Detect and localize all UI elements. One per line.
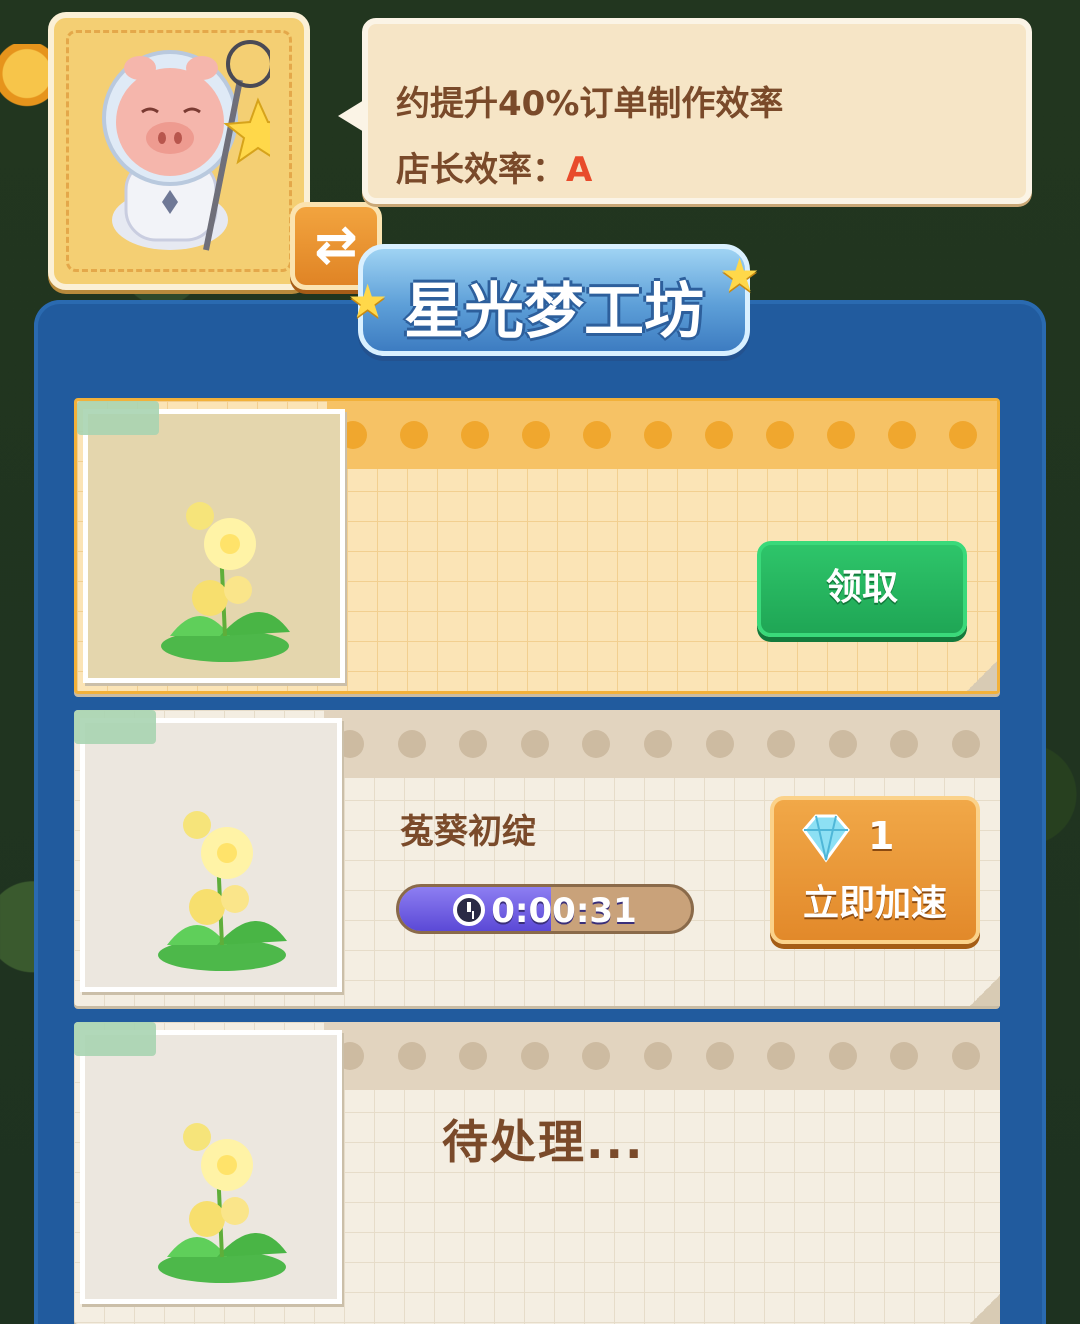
collect-button[interactable]: 领取	[757, 541, 967, 637]
item-name: 菟葵初绽	[400, 812, 536, 852]
star-icon: ★	[347, 274, 389, 328]
efficiency-label: 店长效率：	[396, 150, 566, 190]
timer-text: 0:00:31	[491, 891, 637, 931]
swap-arrows-icon: ⇄	[314, 215, 358, 275]
efficiency-bonus-text: 约提升40%订单制作效率	[396, 84, 784, 124]
pig-astronaut-icon	[102, 40, 270, 251]
pending-status-text: 待处理...	[442, 1115, 645, 1169]
manager-info-bubble: 约提升40%订单制作效率 店长效率：A	[338, 18, 1032, 204]
production-slot-1[interactable]: 领取	[74, 398, 1000, 694]
page-fold	[967, 661, 997, 691]
gem-cost: 1	[868, 814, 895, 858]
slot-dots	[336, 730, 980, 760]
page-fold	[970, 1294, 1000, 1324]
workshop-title-plate: 星光梦工坊 ★ ★	[347, 244, 760, 356]
production-slot-2[interactable]: 菟葵初绽 0:00:31 1 立即加速	[74, 710, 1000, 1006]
workshop-title: 星光梦工坊	[404, 277, 704, 347]
diamond-icon	[802, 814, 850, 863]
yellow-flower-icon	[161, 502, 290, 662]
item-thumbnail	[83, 409, 345, 683]
production-slot-3[interactable]: 待处理...	[74, 1022, 1000, 1324]
efficiency-grade-line: 店长效率：A	[396, 142, 592, 191]
production-progress-bar: 0:00:31	[396, 884, 694, 934]
tape-decoration	[74, 1022, 156, 1056]
page-fold	[970, 976, 1000, 1006]
timer-display: 0:00:31	[399, 891, 691, 931]
yellow-flower-icon	[158, 1123, 287, 1283]
tape-decoration	[77, 401, 159, 435]
tape-decoration	[74, 710, 156, 744]
clock-icon	[453, 894, 486, 926]
slot-dots	[336, 1042, 980, 1072]
slot-dots	[339, 421, 977, 451]
item-thumbnail	[80, 718, 342, 992]
speed-up-button[interactable]: 1 立即加速	[770, 796, 980, 944]
speed-up-label: 立即加速	[802, 883, 947, 924]
efficiency-grade: A	[566, 150, 593, 190]
item-thumbnail	[80, 1030, 342, 1304]
manager-portrait-card[interactable]: ⇄	[48, 12, 382, 290]
star-icon: ★	[719, 248, 761, 302]
yellow-flower-icon	[158, 811, 287, 971]
